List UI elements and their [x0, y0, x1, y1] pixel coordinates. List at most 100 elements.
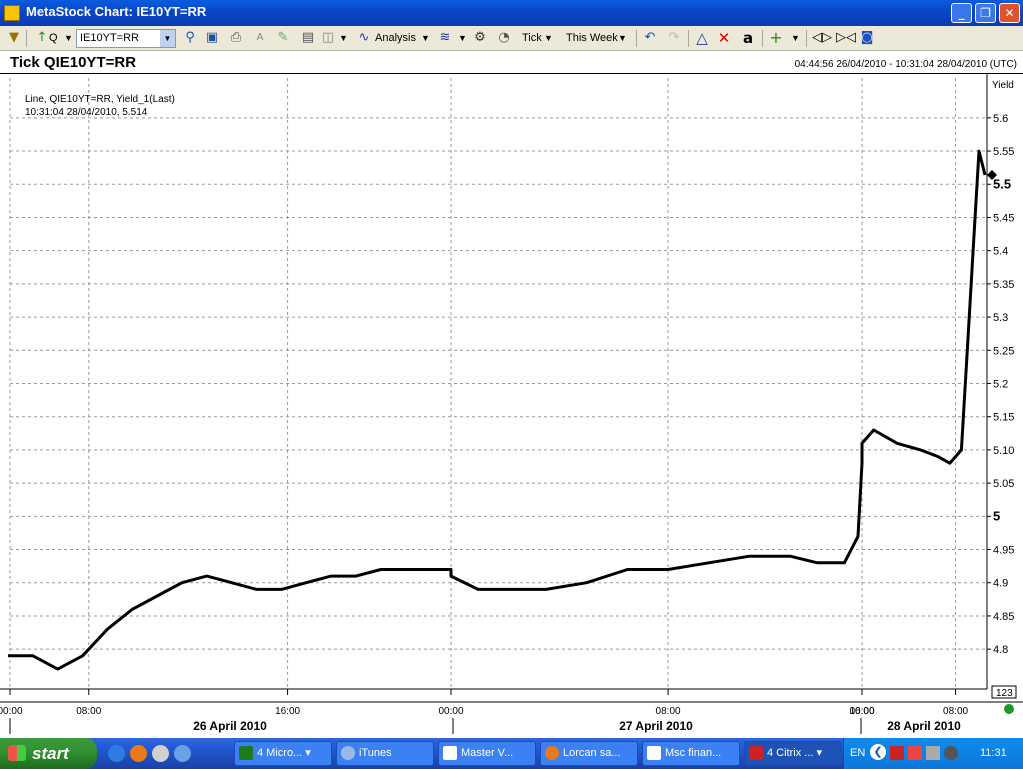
y-tick-label: 5.35 — [993, 279, 1014, 291]
analysis-menu[interactable]: Analysis — [375, 29, 416, 48]
day-label: 27 April 2010 — [619, 719, 693, 733]
system-tray: EN ❮ 11:31 — [843, 738, 1023, 769]
y-axis-label: Yield — [992, 80, 1014, 91]
save-icon[interactable]: ▣ — [204, 30, 220, 46]
tray-volume-icon[interactable] — [944, 746, 958, 760]
refresh-quicklaunch-icon[interactable] — [174, 745, 191, 762]
prefix-dropdown-icon[interactable]: ▼ — [64, 29, 73, 48]
taskbar-item-excel[interactable]: 4 Micro... ▾ — [234, 741, 332, 766]
metastock-app-icon — [4, 5, 20, 21]
delete-icon[interactable]: ✕ — [716, 30, 732, 46]
y-tick-label: 4.8 — [993, 644, 1008, 656]
firefox-icon — [545, 746, 559, 760]
title-bar: MetaStock Chart: IE10YT=RR _ ❐ ✕ — [0, 0, 1023, 26]
taskbar-item-master[interactable]: Master V... — [438, 741, 536, 766]
chart-series — [8, 149, 997, 671]
restore-button[interactable]: ❐ — [975, 3, 996, 23]
chart-style-icon[interactable]: ◫ — [320, 30, 336, 46]
style-dropdown-icon[interactable]: ▼ — [339, 29, 348, 48]
x-tick-label: 00:00 — [438, 706, 463, 717]
window-title: MetaStock Chart: IE10YT=RR — [26, 4, 207, 19]
x-tick-label: 08:00 — [656, 706, 681, 717]
legend-line-2: 10:31:04 28/04/2010, 5.514 — [25, 107, 148, 118]
document-icon — [443, 746, 457, 760]
font-size-icon[interactable]: A — [252, 30, 268, 46]
text-tool-icon[interactable]: a — [740, 30, 756, 46]
start-button[interactable]: start — [0, 738, 97, 769]
tray-expand-icon[interactable]: ❮ — [870, 744, 886, 760]
x-tick-label: 16:00 — [275, 706, 300, 717]
y-tick-label: 5.6 — [993, 113, 1008, 125]
range-menu[interactable]: This Week — [566, 29, 618, 48]
y-tick-label: 4.85 — [993, 611, 1014, 623]
minimize-button[interactable]: _ — [951, 3, 972, 23]
y-tick-label: 5.5 — [993, 176, 1011, 191]
chevron-down-icon[interactable]: ▼ — [160, 30, 175, 47]
folder-down-icon[interactable]: ▼ — [6, 30, 22, 46]
excel-icon — [239, 746, 253, 760]
legend-line-1: Line, QIE10YT=RR, Yield_1(Last) — [25, 94, 175, 105]
up-arrow-icon[interactable]: ↑ — [34, 30, 50, 46]
day-label: 26 April 2010 — [193, 719, 267, 733]
close-button[interactable]: ✕ — [999, 3, 1020, 23]
x-tick-label: 08:00 — [76, 706, 101, 717]
analysis-dropdown-icon[interactable]: ▼ — [421, 29, 430, 48]
tray-network-icon[interactable] — [926, 746, 940, 760]
price-chart[interactable]: 5.6 5.55 5.5 5.45 5.4 5.35 5.3 5.25 5.2 5.15 5.10 5… — [0, 74, 1023, 738]
y-tick-label: 5.4 — [993, 246, 1008, 258]
language-indicator[interactable]: EN — [850, 747, 865, 759]
crosshair-icon[interactable]: + — [768, 30, 784, 46]
tray-mail-icon[interactable] — [908, 746, 922, 760]
yield-series-line — [8, 149, 987, 671]
chart-name: Tick QIE10YT=RR — [10, 54, 137, 71]
taskbar-item-itunes[interactable]: iTunes — [336, 741, 434, 766]
symbol-prefix[interactable]: Q — [49, 29, 58, 48]
toolbar: ▼ ↑ Q ▼ IE10YT=RR ▼ ⚲ ▣ ⎙ A ✎ ▤ ◫ ▼ ∿ An… — [0, 26, 1023, 51]
periodicity-menu[interactable]: Tick — [522, 29, 542, 48]
wizard-icon[interactable]: ⚙ — [472, 30, 488, 46]
indicator-icon[interactable]: ≋ — [437, 30, 453, 46]
windows-flag-icon — [8, 745, 26, 761]
zoom-out-icon[interactable]: ◁▷ — [812, 30, 832, 46]
time-icon[interactable]: ◔ — [496, 30, 512, 46]
scale-box-label: 123 — [996, 688, 1013, 699]
chrome-quicklaunch-icon[interactable] — [152, 745, 169, 762]
tray-app-icon[interactable] — [890, 746, 904, 760]
redo-icon[interactable]: ↷ — [666, 30, 682, 46]
taskbar-item-citrix[interactable]: 4 Citrix ... ▾ — [744, 741, 842, 766]
y-tick-label: 5.05 — [993, 478, 1014, 490]
x-axis-ticks: 00:00 08:00 16:00 00:00 08:00 16:0000:00 08:00… — [0, 689, 969, 734]
firefox-quicklaunch-icon[interactable] — [130, 745, 147, 762]
ie-quicklaunch-icon[interactable] — [108, 745, 125, 762]
picture-icon[interactable]: ▤ — [300, 30, 316, 46]
start-label: start — [32, 744, 69, 763]
periodicity-dropdown-icon[interactable]: ▼ — [544, 29, 553, 48]
chart-time-range: 04:44:56 26/04/2010 - 10:31:04 28/04/201… — [794, 59, 1017, 70]
print-icon[interactable]: ⎙ — [228, 30, 244, 46]
crosshair-dropdown-icon[interactable]: ▼ — [791, 29, 800, 48]
edit-icon[interactable]: ✎ — [275, 30, 291, 46]
search-icon[interactable]: ⚲ — [182, 30, 198, 46]
taskbar-item-firefox[interactable]: Lorcan sa... — [540, 741, 638, 766]
triangle-icon[interactable]: △ — [694, 30, 710, 46]
symbol-input[interactable]: IE10YT=RR ▼ — [76, 29, 176, 48]
taskbar-item-word[interactable]: Msc finan... — [642, 741, 740, 766]
x-tick-label: 00:00 — [849, 706, 874, 717]
y-tick-label: 4.9 — [993, 578, 1008, 590]
x-tick-label: 00:00 — [0, 706, 23, 717]
range-dropdown-icon[interactable]: ▼ — [618, 29, 627, 48]
chart-header: Tick QIE10YT=RR 04:44:56 26/04/2010 - 10… — [0, 51, 1023, 74]
chart-axes — [0, 74, 1023, 703]
snapshot-icon[interactable]: ◙ — [859, 30, 875, 46]
itunes-icon — [341, 746, 355, 760]
y-tick-label: 5.55 — [993, 146, 1014, 158]
undo-icon[interactable]: ↶ — [642, 30, 658, 46]
chart-canvas: 5.6 5.55 5.5 5.45 5.4 5.35 5.3 5.25 5.2 5.15 5.10 5… — [0, 74, 1023, 734]
y-tick-label: 5.2 — [993, 379, 1008, 391]
citrix-icon — [749, 746, 763, 760]
indicator-dropdown-icon[interactable]: ▼ — [458, 29, 467, 48]
x-tick-label: 08:00 — [943, 706, 968, 717]
zoom-in-icon[interactable]: ▷◁ — [836, 30, 856, 46]
y-tick-label: 5 — [993, 508, 1000, 523]
y-axis-ticks: 5.6 5.55 5.5 5.45 5.4 5.35 5.3 5.25 5.2 5.15 5.10 5… — [987, 113, 1014, 656]
